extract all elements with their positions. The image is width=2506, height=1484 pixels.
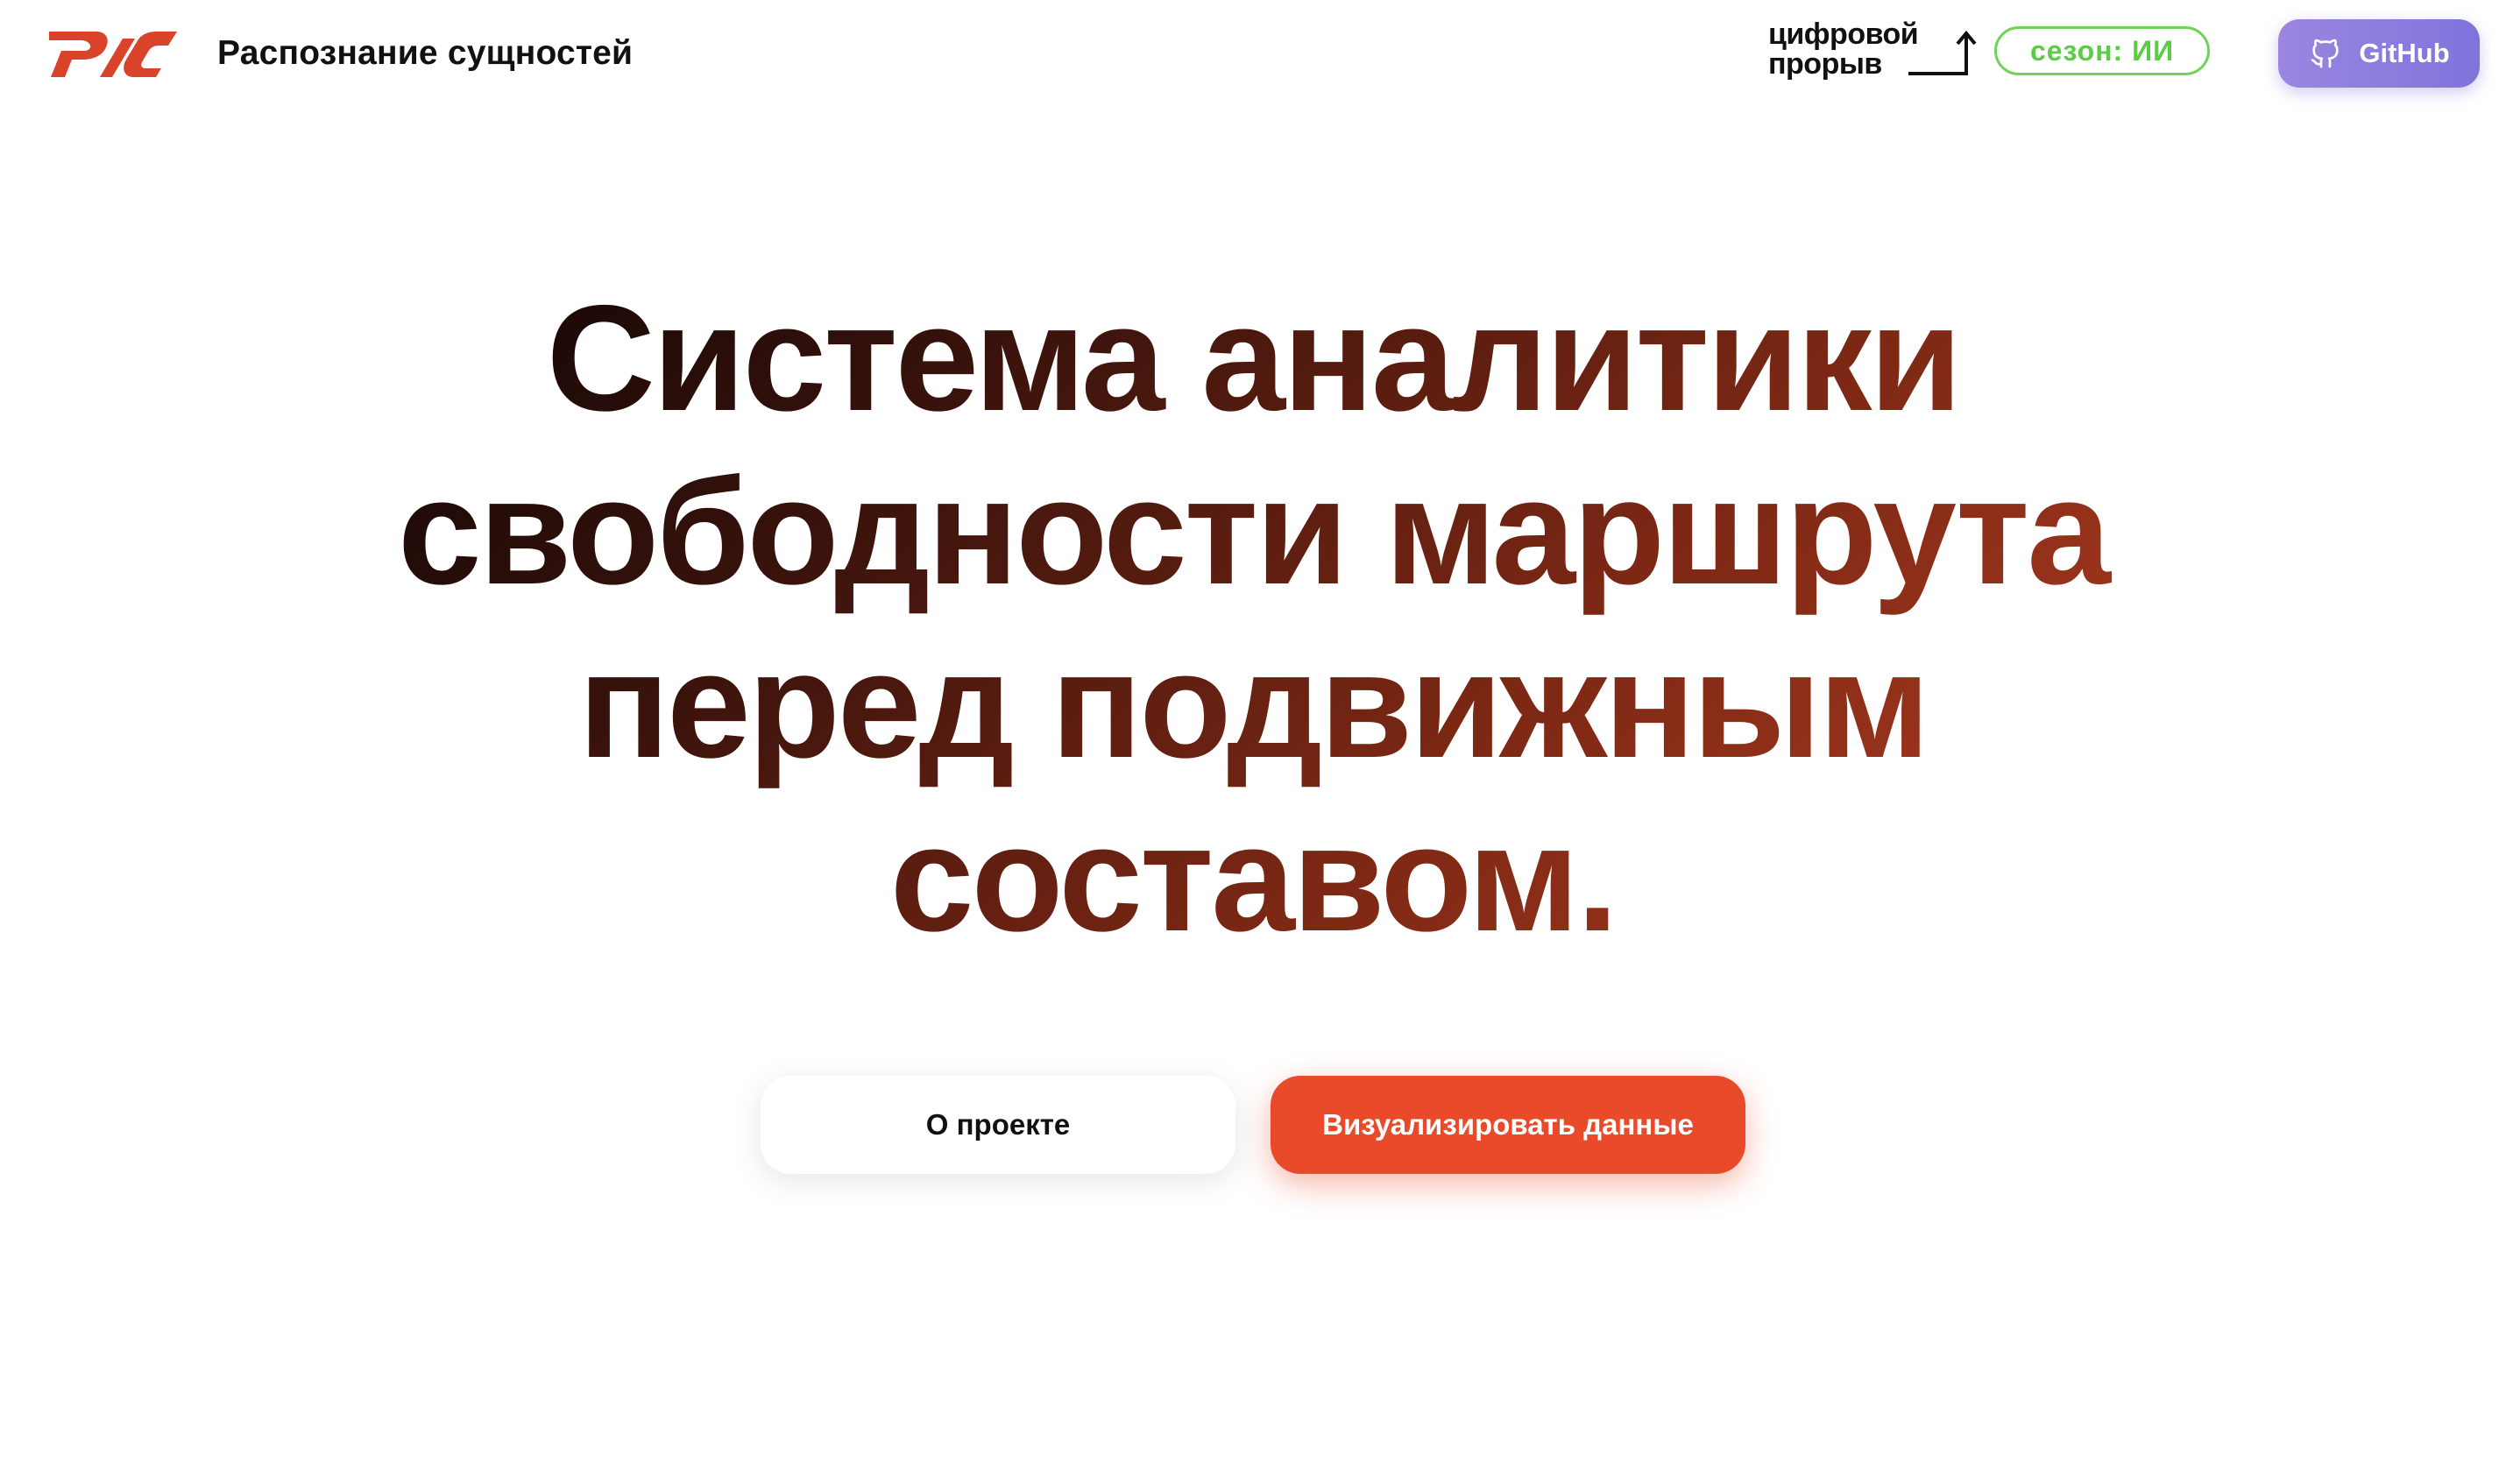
hero-title-line: свободности маршрута [397, 448, 2108, 616]
event-logo: цифровой прорыв [1768, 19, 1979, 82]
app-title: Распознание сущностей [217, 34, 634, 72]
visualize-data-button[interactable]: Визуализировать данные [1271, 1076, 1745, 1174]
about-project-button[interactable]: О проекте [761, 1076, 1235, 1174]
github-icon [2311, 39, 2340, 68]
rzd-logo-icon [49, 32, 177, 77]
github-button[interactable]: GitHub [2278, 19, 2480, 88]
hero-title: Система аналитики свободности маршрута п… [333, 272, 2173, 965]
season-badge: сезон: ИИ [1994, 26, 2210, 75]
arrow-up-icon [1908, 30, 1977, 75]
brand[interactable]: Распознание сущностей [46, 23, 633, 84]
hero-title-line: перед подвижным [578, 621, 1928, 789]
hero: Система аналитики свободности маршрута п… [0, 272, 2506, 965]
github-label: GitHub [2359, 38, 2450, 68]
top-bar: Распознание сущностей цифровой прорыв се… [0, 0, 2506, 109]
hero-title-line: Система аналитики [546, 274, 1960, 442]
hero-title-line: составом. [889, 795, 1617, 963]
hero-actions: О проекте Визуализировать данные [0, 1076, 2506, 1174]
